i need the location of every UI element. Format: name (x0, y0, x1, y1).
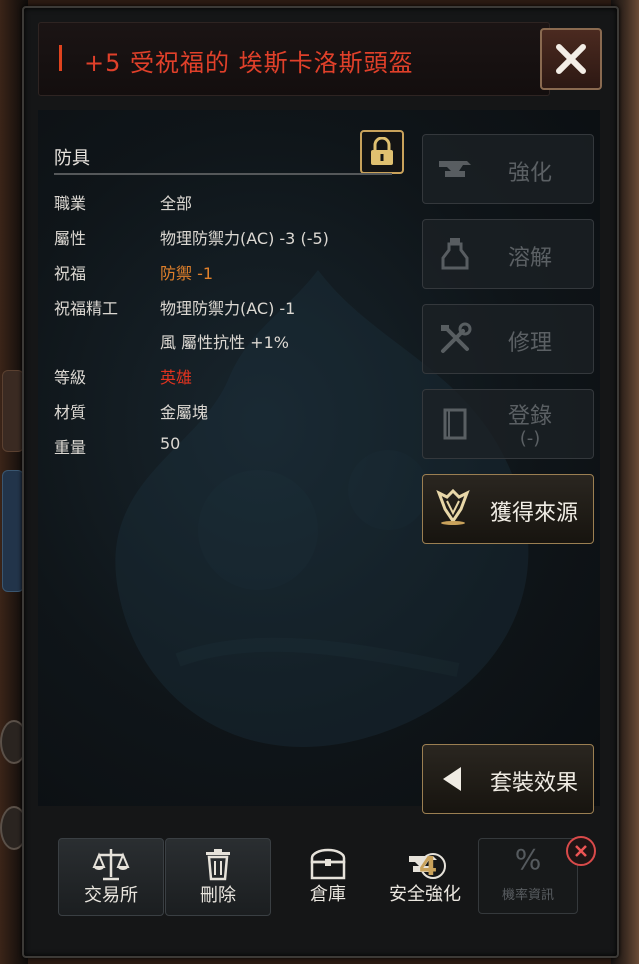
close-button[interactable] (540, 28, 602, 90)
item-name: +5 受祝福的 埃斯卡洛斯頭盔 (84, 49, 414, 77)
exchange-label: 交易所 (84, 885, 138, 906)
stat-label: 重量 (54, 438, 87, 457)
stat-label: 材質 (54, 403, 87, 422)
dissolve-button[interactable]: 溶解 (422, 219, 594, 289)
stat-value: 物理防禦力(AC) -1 (160, 299, 296, 318)
item-category: 防具 (54, 148, 90, 169)
stat-label: 等級 (54, 368, 87, 387)
warehouse-label: 倉庫 (310, 884, 346, 905)
probability-info-button[interactable]: % 機率資訊 (478, 838, 578, 914)
trash-icon (206, 849, 230, 881)
close-icon (556, 44, 586, 74)
safe-enhance-button[interactable]: 4 安全強化 (370, 838, 480, 914)
delete-button[interactable]: 刪除 (165, 838, 271, 916)
safe-enhance-label: 安全強化 (389, 884, 461, 905)
acquisition-source-label: 獲得來源 (489, 501, 578, 526)
stat-value: 物理防禦力(AC) -3 (-5) (160, 229, 329, 248)
register-button[interactable]: 登錄 (-) (422, 389, 594, 459)
warehouse-button[interactable]: 倉庫 (288, 838, 368, 914)
item-info-panel: 防具 職業 全部 屬性 物理防禦力(AC) -3 (-5) 祝福 防禦 -1 祝… (38, 110, 600, 814)
close-circle-icon (575, 845, 587, 857)
stat-label: 屬性 (54, 229, 87, 248)
repair-label: 修理 (507, 331, 552, 356)
register-sublabel: (-) (519, 428, 541, 449)
stat-value: 金屬塊 (160, 403, 209, 422)
item-detail-window: +5 受祝福的 埃斯卡洛斯頭盔 防具 職業 全部 屬性 物理防禦力(AC) -3… (22, 6, 619, 958)
bottom-action-bar: 交易所 刪除 倉庫 4 安全強化 % 機率資訊 (38, 818, 600, 944)
register-label: 登錄 (507, 404, 552, 429)
acquisition-source-button[interactable]: 獲得來源 (422, 474, 594, 544)
title-accent (59, 45, 62, 71)
set-effect-label: 套裝效果 (489, 771, 578, 796)
title-bar: +5 受祝福的 埃斯卡洛斯頭盔 (38, 22, 550, 96)
stat-value: 英雄 (160, 368, 193, 387)
dissolve-label: 溶解 (507, 246, 552, 271)
exchange-button[interactable]: 交易所 (58, 838, 164, 916)
set-effect-button[interactable]: 套裝效果 (422, 744, 594, 814)
lock-icon (371, 137, 393, 165)
probability-info-label: 機率資訊 (501, 888, 554, 903)
safe-enhance-level: 4 (419, 852, 438, 882)
stat-value: 全部 (160, 194, 193, 213)
stat-value: 50 (160, 434, 181, 453)
lock-button[interactable] (360, 130, 404, 174)
background-deco (2, 470, 24, 592)
stat-label: 祝福 (54, 264, 87, 283)
category-divider (54, 173, 392, 175)
enhance-button[interactable]: 強化 (422, 134, 594, 204)
stat-value: 防禦 -1 (160, 264, 214, 283)
repair-button[interactable]: 修理 (422, 304, 594, 374)
scales-icon (92, 849, 130, 881)
delete-label: 刪除 (200, 885, 236, 906)
stat-label: 職業 (54, 194, 87, 213)
stat-label: 祝福精工 (54, 299, 119, 318)
background-deco (2, 370, 24, 452)
percent-icon: % (514, 843, 542, 876)
chest-icon (310, 848, 346, 880)
disabled-badge (566, 836, 596, 866)
stat-value: 風 屬性抗性 +1% (160, 333, 289, 352)
enhance-label: 強化 (507, 161, 552, 186)
